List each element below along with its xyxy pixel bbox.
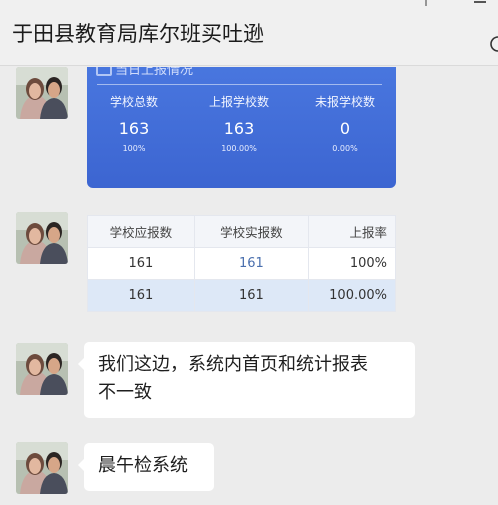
stat-percent: 0.00% [332, 144, 358, 153]
minimize-icon[interactable] [474, 1, 486, 3]
table-cell: 100.00% [308, 279, 396, 312]
avatar[interactable] [16, 442, 68, 494]
table-row: 161 161 100.00% [87, 279, 396, 312]
avatar-photo [16, 212, 68, 264]
report-icon [96, 67, 112, 76]
stat-percent: 100% [122, 144, 146, 153]
avatar[interactable] [16, 67, 68, 119]
more-icon[interactable] [488, 34, 498, 54]
avatar[interactable] [16, 343, 68, 395]
avatar-photo [16, 343, 68, 395]
table-cell: 100% [308, 247, 396, 280]
avatar-photo [16, 67, 68, 119]
table-header: 学校实报数 [193, 215, 310, 248]
pin-icon[interactable] [419, 0, 433, 6]
stat-label: 上报学校数 [208, 95, 269, 109]
message-list[interactable]: 当日上报情况 学校总数 163 100% 上报学校数 163 100.00% 未… [0, 67, 498, 505]
message-bubble[interactable]: 我们这边，系统内首页和统计报表 不一致 [78, 342, 415, 418]
stat-label: 学校总数 [109, 95, 158, 109]
avatar-photo [16, 442, 68, 494]
chat-header: 于田县教育局库尔班买吐逊 [0, 0, 498, 66]
stat-label: 未报学校数 [314, 95, 375, 109]
stat-value: 163 [223, 119, 255, 138]
message-bubble[interactable]: 晨午检系统 [78, 443, 214, 491]
stat-value: 0 [339, 119, 351, 138]
stat-percent: 100.00% [221, 144, 257, 153]
chat-title: 于田县教育局库尔班买吐逊 [12, 22, 264, 46]
stat-total: 学校总数 163 100% [87, 93, 184, 153]
report-card-header: 当日上报情况 [115, 67, 194, 78]
table-header: 上报率 [308, 215, 396, 248]
table-row: 161 161 100% [87, 247, 396, 280]
table-cell: 161 [87, 279, 195, 312]
table-cell: 161 [87, 247, 195, 280]
table-header: 学校应报数 [87, 215, 195, 248]
table-cell: 161 [193, 247, 310, 280]
table-header-row: 学校应报数 学校实报数 上报率 [87, 215, 396, 248]
stat-reported: 上报学校数 163 100.00% [189, 93, 289, 153]
avatar[interactable] [16, 212, 68, 264]
card-divider [97, 84, 382, 85]
report-table[interactable]: 学校应报数 学校实报数 上报率 161 161 100% 161 161 100… [87, 215, 396, 312]
stat-unreported: 未报学校数 0 0.00% [295, 93, 395, 153]
report-card[interactable]: 当日上报情况 学校总数 163 100% 上报学校数 163 100.00% 未… [87, 67, 396, 188]
stat-value: 163 [118, 119, 150, 138]
table-cell: 161 [193, 279, 310, 312]
